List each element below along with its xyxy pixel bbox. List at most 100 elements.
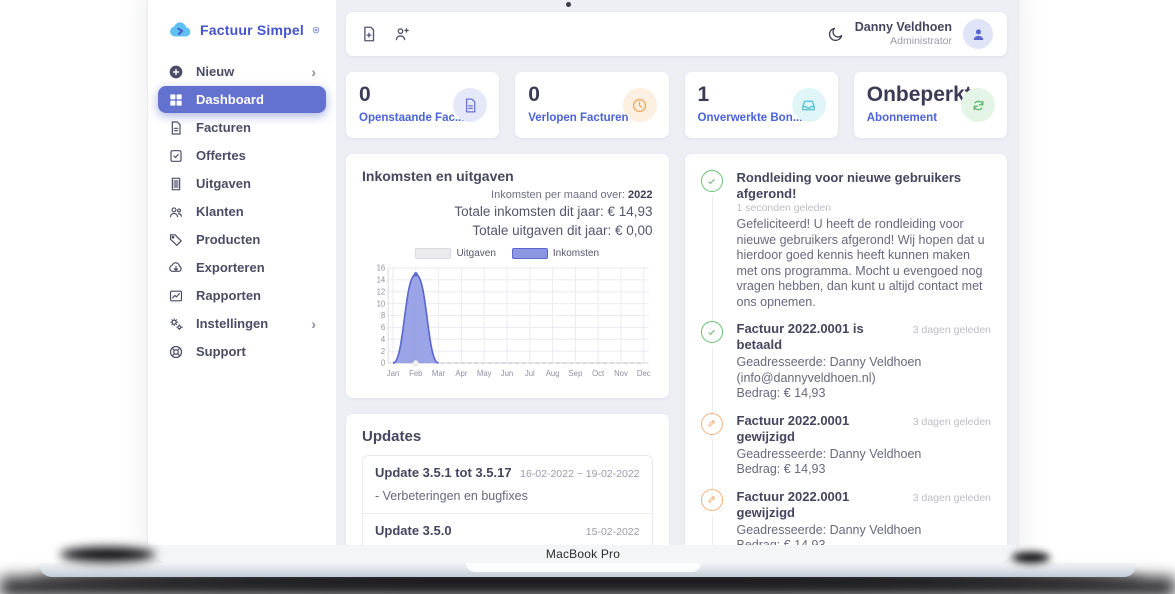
tag-icon — [168, 232, 184, 248]
notification-time: 3 dagen geleden — [913, 416, 991, 428]
invoice-icon — [453, 88, 487, 122]
device-label: MacBook Pro — [148, 545, 1018, 563]
stat-label-link[interactable]: Verlopen Facturen — [528, 112, 636, 124]
topbar-quick-actions — [360, 25, 411, 43]
sidebar-item-support[interactable]: Support — [158, 338, 326, 365]
sidebar-item-facturen[interactable]: Facturen — [158, 114, 326, 141]
notification-title: Factuur 2022.0001 gewijzigd — [737, 489, 905, 521]
sidebar-item-uitgaven[interactable]: Uitgaven — [158, 170, 326, 197]
stat-card[interactable]: 1 Onverwerkte Bon... — [685, 72, 838, 138]
sidebar-item-offertes[interactable]: Offertes — [158, 142, 326, 169]
sidebar-item-producten[interactable]: Producten — [158, 226, 326, 253]
sidebar: Factuur Simpel Nieuw › Dashboard Facture… — [148, 0, 336, 545]
stat-cards-row: 0 Openstaande Fac... 0 Verlopen Facturen… — [346, 72, 1007, 138]
new-client-icon[interactable] — [393, 25, 411, 43]
svg-text:Nov: Nov — [614, 369, 628, 378]
svg-text:12: 12 — [377, 288, 386, 297]
chevron-right-icon: › — [311, 65, 316, 79]
check-circle-icon — [701, 321, 723, 343]
chart-subtitle: Inkomsten per maand over: 2022 — [362, 188, 653, 203]
lifebuoy-icon — [168, 344, 184, 360]
notification-title: Rondleiding voor nieuwe gebruikers afger… — [737, 170, 992, 202]
laptop-shadow-wide — [0, 578, 1175, 594]
svg-text:10: 10 — [377, 299, 386, 308]
stat-card[interactable]: 0 Verlopen Facturen — [515, 72, 668, 138]
edit-circle-icon — [701, 489, 723, 511]
new-invoice-icon[interactable] — [360, 25, 378, 43]
stat-label-link[interactable]: Onverwerkte Bon... — [698, 112, 806, 124]
cloud-logo-icon — [168, 18, 192, 42]
svg-text:14: 14 — [377, 276, 386, 285]
dashboard-grid-icon — [168, 92, 184, 108]
notifications-card: Rondleiding voor nieuwe gebruikers afger… — [685, 154, 1008, 545]
sidebar-item-instellingen[interactable]: Instellingen › — [158, 310, 326, 337]
svg-text:Jul: Jul — [525, 369, 535, 378]
notification-time: 3 dagen geleden — [913, 324, 991, 336]
notification-time: 3 dagen geleden — [913, 492, 991, 504]
clock-icon — [623, 88, 657, 122]
topbar-right: Danny Veldhoen Administrator — [827, 19, 993, 49]
receipt-icon — [168, 176, 184, 192]
update-date: 16-02-2022 ~ 19-02-2022 — [520, 468, 639, 480]
legend-swatch — [415, 248, 451, 259]
left-column: Inkomsten en uitgaven Inkomsten per maan… — [346, 154, 669, 545]
sidebar-item-klanten[interactable]: Klanten — [158, 198, 326, 225]
legend-item: Uitgaven — [415, 248, 495, 259]
user-meta: Danny Veldhoen Administrator — [855, 20, 952, 49]
sidebar-item-nieuw[interactable]: Nieuw › — [158, 58, 326, 85]
total-income-line: Totale inkomsten dit jaar: € 14,93 — [362, 203, 653, 222]
notification-body: Geadresseerde: Danny Veldhoen (info@dann… — [737, 355, 992, 402]
avatar[interactable] — [963, 19, 993, 49]
target-icon[interactable] — [312, 22, 320, 39]
notification-body: Geadresseerde: Danny VeldhoenBedrag: € 1… — [737, 447, 992, 478]
svg-text:4: 4 — [381, 335, 386, 344]
hinge-shadow-right — [1012, 552, 1050, 563]
notification-body: Geadresseerde: Danny VeldhoenBedrag: € 1… — [737, 523, 992, 546]
svg-text:Mar: Mar — [432, 369, 446, 378]
topbar: Danny Veldhoen Administrator — [346, 12, 1007, 56]
laptop-grip-notch — [466, 563, 701, 572]
sidebar-item-rapporten[interactable]: Rapporten — [158, 282, 326, 309]
inbox-icon — [792, 88, 826, 122]
svg-text:Oct: Oct — [592, 369, 605, 378]
notification-item: Factuur 2022.0001 is betaald 3 dagen gel… — [701, 321, 992, 413]
svg-text:Jun: Jun — [501, 369, 513, 378]
macbook-mockup: Factuur Simpel Nieuw › Dashboard Facture… — [0, 0, 1175, 594]
update-body: - Verbeteringen en bugfixes — [375, 489, 640, 503]
factuur-simpel-app: Factuur Simpel Nieuw › Dashboard Facture… — [148, 0, 1018, 545]
app-title: Factuur Simpel — [200, 22, 304, 38]
svg-text:8: 8 — [381, 311, 386, 320]
user-name: Danny Veldhoen — [855, 20, 952, 36]
svg-text:6: 6 — [381, 323, 386, 332]
svg-text:Aug: Aug — [546, 369, 560, 378]
hinge-shadow-left — [60, 547, 155, 562]
edit-circle-icon — [701, 413, 723, 435]
updates-list: Update 3.5.1 tot 3.5.17 16-02-2022 ~ 19-… — [362, 455, 653, 545]
sidebar-item-exporteren[interactable]: Exporteren — [158, 254, 326, 281]
svg-text:May: May — [477, 369, 492, 378]
updates-card: Updates Update 3.5.1 tot 3.5.17 16-02-20… — [346, 414, 669, 545]
total-expenses-line: Totale uitgaven dit jaar: € 0,00 — [362, 222, 653, 241]
chart-title: Inkomsten en uitgaven — [362, 168, 653, 184]
stat-card[interactable]: Onbeperkt Abonnement — [854, 72, 1007, 138]
stat-card[interactable]: 0 Openstaande Fac... — [346, 72, 499, 138]
refresh-icon — [961, 88, 995, 122]
income-expenses-card: Inkomsten en uitgaven Inkomsten per maan… — [346, 154, 669, 398]
cloud-download-icon — [168, 260, 184, 276]
notification-title: Factuur 2022.0001 gewijzigd — [737, 413, 905, 445]
notification-item: Factuur 2022.0001 gewijzigd 3 dagen gele… — [701, 489, 992, 546]
stat-label-link[interactable]: Abonnement — [867, 112, 975, 124]
notification-time: 1 seconden geleden — [737, 202, 992, 215]
app-logo[interactable]: Factuur Simpel — [148, 16, 336, 56]
dark-mode-moon-icon[interactable] — [827, 26, 844, 43]
stat-label-link[interactable]: Openstaande Fac... — [359, 112, 467, 124]
plus-circle-icon — [168, 64, 184, 80]
sidebar-item-dashboard[interactable]: Dashboard — [158, 86, 326, 113]
svg-text:16: 16 — [377, 264, 386, 273]
svg-text:Apr: Apr — [455, 369, 467, 378]
webcam-dot-icon — [566, 2, 571, 7]
offer-check-icon — [168, 148, 184, 164]
svg-text:Sep: Sep — [569, 369, 583, 378]
svg-text:Dec: Dec — [637, 369, 651, 378]
sidebar-menu: Nieuw › Dashboard Facturen Offertes Uitg… — [148, 56, 336, 365]
